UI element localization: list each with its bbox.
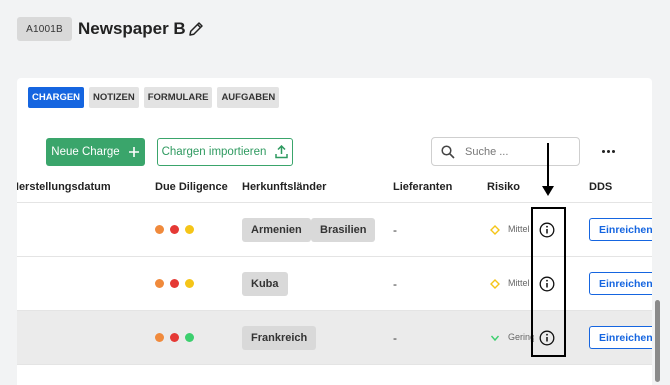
status-dot: [155, 225, 164, 234]
submit-dds-button[interactable]: Einreichen: [589, 218, 652, 241]
tab-notizen[interactable]: NOTIZEN: [89, 87, 139, 108]
column-header-herstellungsdatum[interactable]: Herstellungsdatum: [17, 181, 111, 197]
submit-dds-button[interactable]: Einreichen: [589, 326, 652, 349]
due-diligence-indicator: [155, 333, 194, 342]
country-chip: Armenien: [242, 218, 311, 242]
diamond-icon: [490, 279, 500, 289]
import-batches-button[interactable]: Chargen importieren: [157, 138, 293, 166]
status-dot: [170, 225, 179, 234]
supplier-value: -: [393, 331, 397, 345]
status-dot: [155, 333, 164, 342]
column-header-risiko[interactable]: Risiko: [487, 181, 520, 197]
import-batches-label: Chargen importieren: [161, 146, 267, 158]
plus-icon: [128, 147, 139, 157]
diamond-icon: [490, 225, 500, 235]
search-input[interactable]: [465, 145, 565, 158]
annotation-arrow-head: [542, 186, 554, 196]
tab-bar: CHARGEN NOTIZEN FORMULARE AUFGABEN: [28, 87, 280, 108]
more-options-icon[interactable]: [599, 142, 617, 160]
status-dot: [155, 279, 164, 288]
pencil-icon[interactable]: [187, 20, 205, 38]
supplier-value: -: [393, 277, 397, 291]
country-chip: Frankreich: [242, 326, 317, 350]
upload-icon: [275, 145, 289, 159]
country-chip: Brasilien: [311, 218, 376, 242]
tab-chargen[interactable]: CHARGEN: [28, 87, 85, 108]
new-batch-button[interactable]: Neue Charge: [46, 138, 145, 166]
status-dot: [185, 279, 194, 288]
column-header-lieferanten[interactable]: Lieferanten: [393, 181, 452, 197]
column-header-due-diligence[interactable]: Due Diligence: [155, 181, 228, 197]
tab-aufgaben[interactable]: AUFGABEN: [217, 87, 280, 108]
page-title: Newspaper B: [78, 19, 186, 38]
status-dot: [170, 333, 179, 342]
due-diligence-indicator: [155, 225, 194, 234]
supplier-value: -: [393, 223, 397, 237]
tab-formulare[interactable]: FORMULARE: [143, 87, 213, 108]
country-chip: Kuba: [242, 272, 288, 296]
column-header-herkunftslaender[interactable]: Herkunftsländer: [242, 181, 326, 197]
search-box[interactable]: [431, 137, 580, 166]
annotation-arrow: [547, 143, 549, 188]
annotation-highlight-box: [531, 207, 566, 357]
submit-dds-button[interactable]: Einreichen: [589, 272, 652, 295]
status-dot: [185, 225, 194, 234]
status-dot: [170, 279, 179, 288]
search-icon: [441, 144, 455, 159]
status-dot: [185, 333, 194, 342]
id-badge: A1001B: [17, 17, 72, 41]
new-batch-label: Neue Charge: [51, 146, 120, 158]
scrollbar-thumb[interactable]: [655, 300, 660, 382]
column-header-dds[interactable]: DDS: [589, 181, 612, 197]
due-diligence-indicator: [155, 279, 194, 288]
chevron-down-icon: [490, 335, 500, 342]
